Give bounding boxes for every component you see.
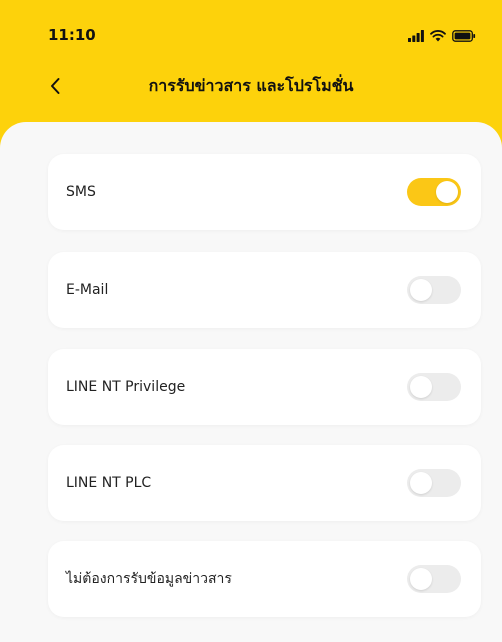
wifi-icon xyxy=(430,27,446,46)
setting-label-sms: SMS xyxy=(66,184,96,200)
setting-card-sms[interactable]: SMS xyxy=(48,154,481,230)
setting-card-no-news[interactable]: ไม่ต้องการรับข้อมูลข่าวสาร xyxy=(48,541,481,617)
setting-card-line-nt-plc[interactable]: LINE NT PLC xyxy=(48,445,481,521)
setting-label-line-nt-privilege: LINE NT Privilege xyxy=(66,379,186,395)
no-news-toggle[interactable] xyxy=(407,565,461,593)
line-nt-privilege-toggle[interactable] xyxy=(407,373,461,401)
toggle-knob xyxy=(410,568,432,590)
toggle-knob xyxy=(410,279,432,301)
setting-card-line-nt-privilege[interactable]: LINE NT Privilege xyxy=(48,349,481,425)
setting-label-email: E-Mail xyxy=(66,282,109,298)
setting-label-no-news: ไม่ต้องการรับข้อมูลข่าวสาร xyxy=(66,571,232,587)
setting-label-line-nt-plc: LINE NT PLC xyxy=(66,475,152,491)
signal-icon xyxy=(408,27,424,46)
toggle-knob xyxy=(410,376,432,398)
line-nt-plc-toggle[interactable] xyxy=(407,469,461,497)
toggle-knob xyxy=(436,181,458,203)
setting-card-email[interactable]: E-Mail xyxy=(48,252,481,328)
email-toggle[interactable] xyxy=(407,276,461,304)
toggle-knob xyxy=(410,472,432,494)
page-title: การรับข่าวสาร และโปรโมชั่น xyxy=(148,76,354,95)
battery-icon xyxy=(452,27,476,46)
status-icons xyxy=(408,27,476,46)
status-time: 11:10 xyxy=(48,26,96,44)
sms-toggle[interactable] xyxy=(407,178,461,206)
